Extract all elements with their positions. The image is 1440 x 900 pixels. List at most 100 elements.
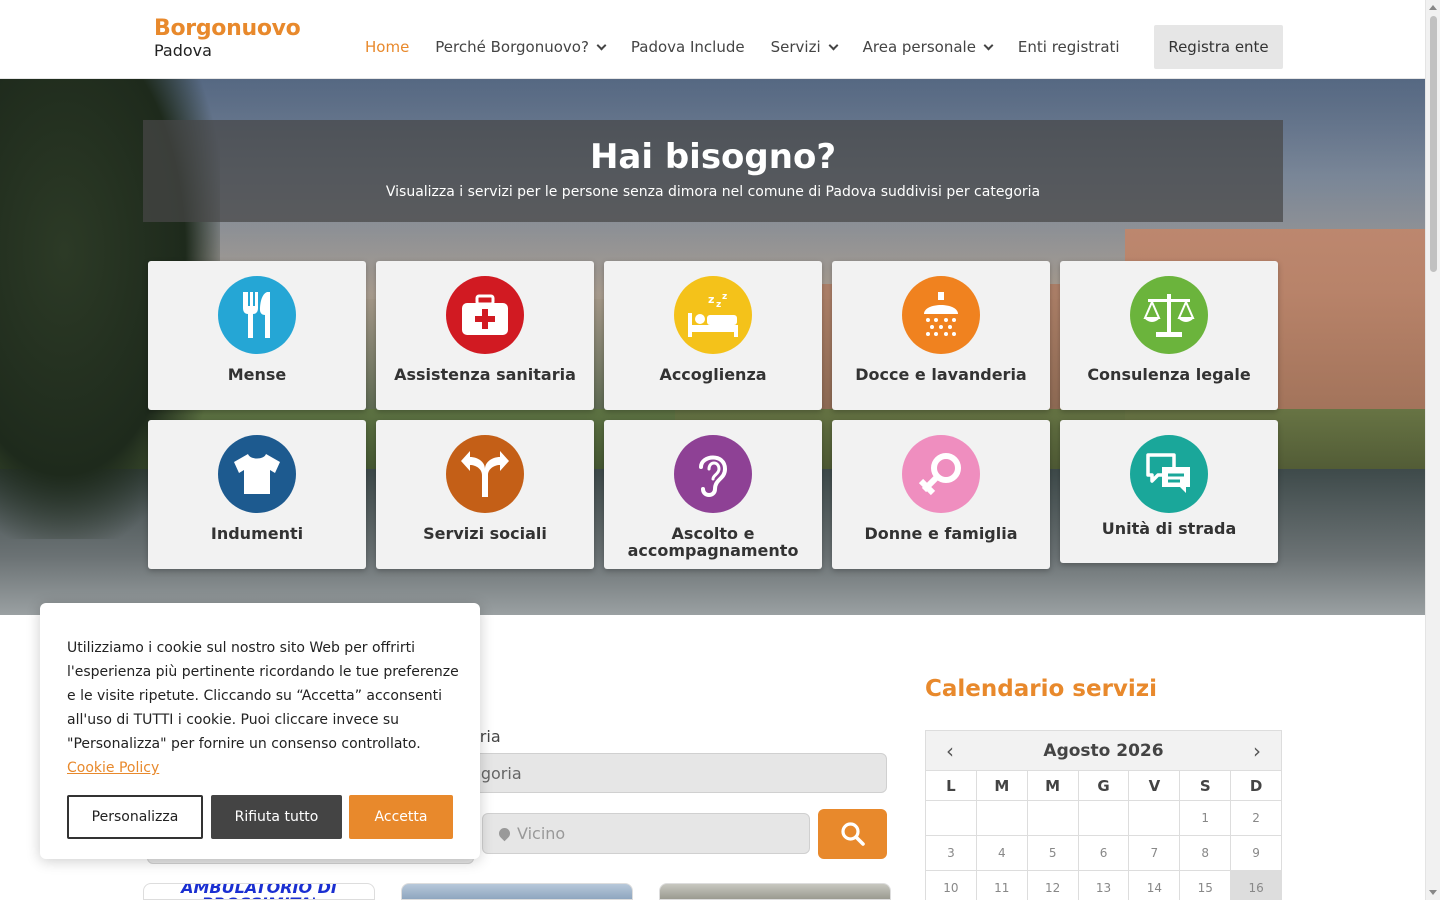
- svg-text:z: z: [716, 300, 721, 310]
- category-label: Donne e famiglia: [864, 524, 1018, 543]
- chevron-down-icon: [828, 40, 839, 50]
- main-nav: Home Perché Borgonuovo? Padova Include S…: [365, 25, 1146, 69]
- calendar-day[interactable]: 9: [1231, 836, 1281, 870]
- register-entity-button[interactable]: Registra ente: [1154, 25, 1283, 69]
- calendar-day[interactable]: 5: [1028, 836, 1079, 870]
- cookie-reject-button[interactable]: Rifiuta tutto: [211, 795, 342, 839]
- calendar-day[interactable]: 13: [1079, 871, 1130, 900]
- category-card-assistenza-sanitaria[interactable]: Assistenza sanitaria: [376, 261, 594, 410]
- svg-text:z: z: [708, 293, 714, 306]
- calendar-day[interactable]: 8: [1180, 836, 1232, 870]
- nav-item-label: Servizi: [770, 38, 821, 56]
- logo-title: Borgonuovo: [154, 16, 301, 41]
- search-button[interactable]: [818, 809, 887, 859]
- calendar-week: 1 2: [926, 801, 1281, 836]
- category-label: Consulenza legale: [1087, 365, 1251, 384]
- nav-item-perche-borgonuovo[interactable]: Perché Borgonuovo?: [435, 38, 607, 56]
- weekday-label: V: [1129, 771, 1181, 801]
- category-label: Servizi sociali: [423, 524, 547, 543]
- logo-subtitle: Padova: [154, 41, 212, 60]
- cookie-banner: Utilizziamo i cookie sul nostro sito Web…: [40, 603, 480, 859]
- page-scrollbar[interactable]: [1425, 0, 1440, 900]
- calendar-day[interactable]: 2: [1231, 801, 1281, 835]
- near-input[interactable]: Vicino: [482, 813, 810, 854]
- near-input-placeholder: Vicino: [517, 824, 566, 843]
- calendar-day[interactable]: 10: [926, 871, 977, 900]
- site-header: Borgonuovo Padova Home Perché Borgonuovo…: [0, 0, 1425, 79]
- tshirt-icon: [218, 435, 296, 513]
- calendar-day[interactable]: 12: [1028, 871, 1079, 900]
- calendar-day[interactable]: 1: [1180, 801, 1232, 835]
- category-label: Ascolto e accompagnamento: [627, 524, 799, 560]
- weekday-label: D: [1249, 777, 1263, 795]
- chevron-right-icon[interactable]: ›: [1253, 739, 1261, 763]
- calendar-day[interactable]: 15: [1180, 871, 1232, 900]
- calendar-day[interactable]: 3: [926, 836, 977, 870]
- category-label: Accoglienza: [659, 365, 767, 384]
- nav-item-padova-include[interactable]: Padova Include: [631, 38, 745, 56]
- calendar-day-today[interactable]: 16: [1231, 871, 1282, 900]
- calendar-day[interactable]: 6: [1079, 836, 1130, 870]
- category-card-docce-lavanderia[interactable]: Docce e lavanderia: [832, 261, 1050, 410]
- cookie-policy-link[interactable]: Cookie Policy: [67, 760, 159, 776]
- calendar-weekdays: L M M G V S D: [926, 771, 1281, 801]
- shower-icon-graphic: [924, 292, 958, 336]
- nav-item-servizi[interactable]: Servizi: [770, 38, 839, 56]
- service-card-thumbnail[interactable]: [659, 883, 891, 900]
- calendar-day: [977, 801, 1028, 835]
- chat-bubbles-icon: [1130, 435, 1208, 513]
- category-label: Mense: [227, 365, 287, 384]
- category-card-mense[interactable]: Mense: [148, 261, 366, 410]
- signpost-icon-graphic: [461, 451, 509, 497]
- scales-icon: [1130, 276, 1208, 354]
- category-card-indumenti[interactable]: Indumenti: [148, 420, 366, 569]
- calendar-day: [1028, 801, 1079, 835]
- calendar-day[interactable]: 4: [977, 836, 1028, 870]
- scrollbar-thumb[interactable]: [1430, 16, 1437, 272]
- female-male-icon: [902, 435, 980, 513]
- cookie-customize-button[interactable]: Personalizza: [67, 795, 203, 839]
- category-card-accoglienza[interactable]: z z z Accoglienza: [604, 261, 822, 410]
- nav-item-label: Home: [365, 38, 410, 56]
- category-card-ascolto-accompagnamento[interactable]: Ascolto e accompagnamento: [604, 420, 822, 569]
- calendar-day[interactable]: 11: [977, 871, 1028, 900]
- cutlery-icon: [218, 276, 296, 354]
- category-card-donne-famiglia[interactable]: Donne e famiglia: [832, 420, 1050, 569]
- chevron-down-icon: [596, 40, 607, 50]
- calendar-day[interactable]: 14: [1129, 871, 1181, 900]
- hero-subtitle: Visualizza i servizi per le persone senz…: [385, 184, 1041, 200]
- calendar-day[interactable]: 7: [1129, 836, 1181, 870]
- calendar-week: 10 11 12 13 14 15 16: [926, 871, 1282, 900]
- site-logo[interactable]: Borgonuovo Padova: [154, 16, 301, 60]
- category-card-servizi-sociali[interactable]: Servizi sociali: [376, 420, 594, 569]
- category-select[interactable]: egoria: [470, 753, 887, 793]
- category-card-consulenza-legale[interactable]: Consulenza legale: [1060, 261, 1278, 410]
- nav-item-area-personale[interactable]: Area personale: [862, 38, 994, 56]
- tshirt-icon-graphic: [234, 454, 280, 494]
- nav-item-label: Area personale: [862, 38, 976, 56]
- hero-banner: Hai bisogno? Visualizza i servizi per le…: [143, 120, 1283, 222]
- category-label: Indumenti: [210, 524, 304, 543]
- calendar-title: Calendario servizi: [925, 676, 1158, 702]
- scroll-down-arrow-icon[interactable]: [1429, 890, 1437, 895]
- first-aid-kit-icon: [446, 276, 524, 354]
- cutlery-icon-graphic: [243, 292, 270, 338]
- cookie-message: Utilizziamo i cookie sul nostro sito Web…: [67, 636, 459, 780]
- category-label: Assistenza sanitaria: [394, 365, 576, 384]
- calendar-month: Agosto 2026: [1043, 740, 1164, 761]
- calendar-day: [926, 801, 977, 835]
- chevron-left-icon[interactable]: ‹: [946, 739, 954, 763]
- service-card-thumbnail[interactable]: AMBULATORIO DI PROSSIMITA': [143, 883, 375, 900]
- weekday-label: M: [977, 771, 1028, 801]
- cookie-accept-button[interactable]: Accetta: [349, 795, 453, 839]
- scales-icon-graphic: [1143, 294, 1195, 337]
- category-card-unita-di-strada[interactable]: Unità di strada: [1060, 420, 1278, 563]
- bed-icon-graphic: z z z: [688, 292, 738, 337]
- nav-item-enti-registrati[interactable]: Enti registrati: [1018, 38, 1120, 56]
- hero-title: Hai bisogno?: [589, 137, 837, 177]
- nav-item-label: Padova Include: [630, 38, 745, 56]
- service-card-thumbnail[interactable]: [401, 883, 633, 900]
- nav-item-home[interactable]: Home: [365, 38, 409, 56]
- scroll-up-arrow-icon[interactable]: [1429, 5, 1437, 10]
- chat-bubbles-icon-graphic: [1146, 453, 1190, 493]
